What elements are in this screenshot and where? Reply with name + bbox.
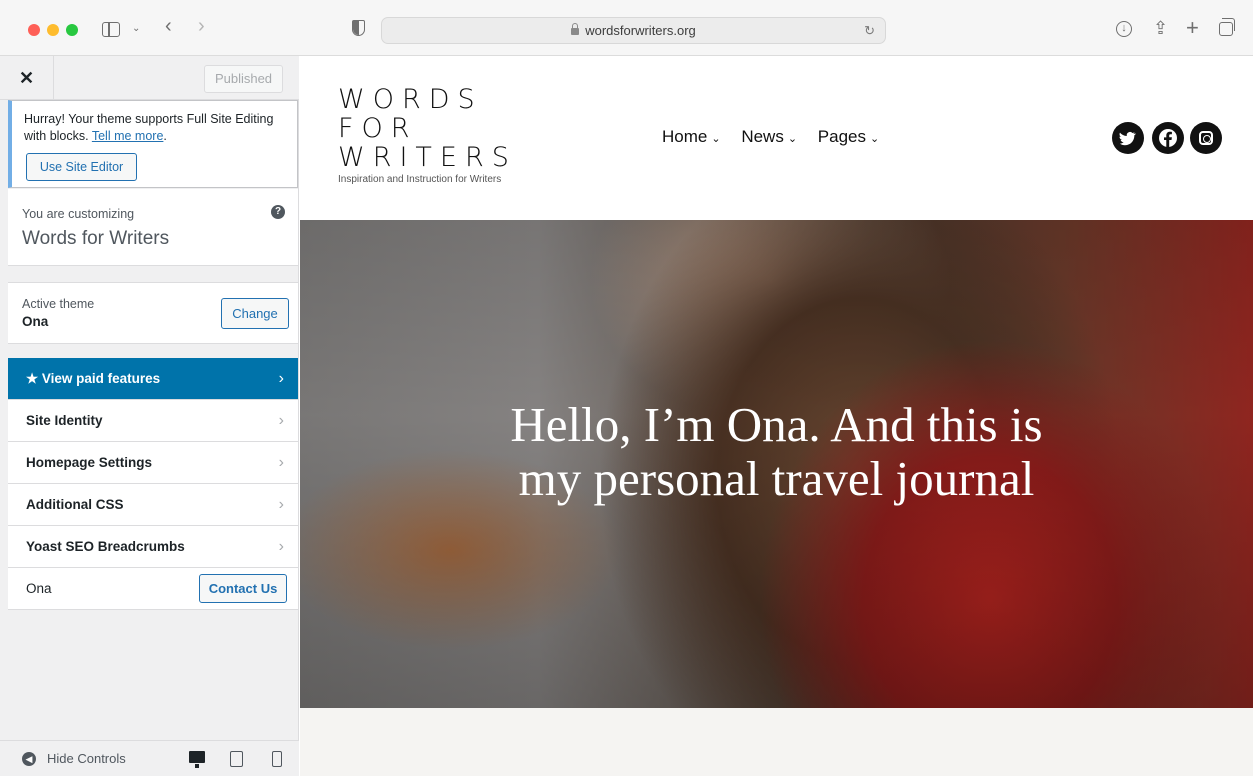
url-text: wordsforwriters.org	[585, 23, 696, 38]
chevron-right-icon: ›	[278, 454, 284, 471]
customizer-footer: ◀ Hide Controls	[0, 740, 299, 776]
close-window-button[interactable]	[28, 24, 40, 36]
tablet-preview-icon[interactable]	[230, 751, 243, 767]
customizing-site-name: Words for Writers	[22, 228, 170, 249]
lock-icon	[571, 23, 580, 35]
download-icon[interactable]: ↓	[1116, 21, 1132, 37]
chevron-right-icon: ›	[278, 538, 284, 555]
hide-controls-icon[interactable]: ◀	[22, 752, 36, 766]
chevron-down-icon: ⌄	[711, 133, 721, 145]
contact-row-label: Ona	[26, 581, 52, 596]
chevron-right-icon: ›	[278, 370, 284, 387]
hide-controls-button[interactable]: Hide Controls	[47, 751, 126, 766]
desktop-preview-icon[interactable]	[189, 751, 205, 768]
twitter-icon[interactable]	[1112, 122, 1144, 154]
hero-heading: Hello, I’m Ona. And this is my personal …	[300, 398, 1253, 506]
nav-label: News	[741, 127, 784, 146]
new-tab-icon[interactable]: +	[1186, 15, 1199, 41]
site-logo-line-2[interactable]: FOR	[338, 114, 418, 143]
nav-item-news[interactable]: News ⌄	[741, 127, 797, 147]
site-logo-line-3[interactable]: WRITERS	[338, 143, 517, 172]
chevron-down-icon[interactable]: ⌄	[132, 21, 140, 37]
share-icon[interactable]: ⇪	[1153, 18, 1168, 39]
menu-item-label: Homepage Settings	[26, 455, 153, 470]
browser-toolbar: ⌄ ‹ › wordsforwriters.org ↻ ↓ ⇪ +	[0, 0, 1253, 56]
change-theme-button[interactable]: Change	[221, 298, 289, 329]
reload-icon[interactable]: ↻	[864, 23, 875, 39]
customizer-menu: ★ View paid features › Site Identity › H…	[8, 358, 298, 610]
mobile-preview-icon[interactable]	[272, 751, 282, 767]
nav-label: Home	[662, 127, 708, 146]
facebook-icon[interactable]	[1152, 122, 1184, 154]
chevron-right-icon: ›	[278, 412, 284, 429]
contact-us-button[interactable]: Contact Us	[199, 574, 287, 603]
privacy-shield-icon[interactable]	[352, 20, 365, 36]
hero-heading-line-2: my personal travel journal	[518, 451, 1035, 506]
menu-item-yoast-breadcrumbs[interactable]: Yoast SEO Breadcrumbs ›	[8, 526, 298, 568]
customizer-panel: ✕ Published Hurray! Your theme supports …	[0, 56, 299, 776]
site-logo-line-1[interactable]: WORDS	[338, 85, 483, 114]
customizing-label: You are customizing	[22, 207, 135, 221]
menu-item-additional-css[interactable]: Additional CSS ›	[8, 484, 298, 526]
hero-heading-line-1: Hello, I’m Ona. And this is	[510, 397, 1043, 452]
forward-button[interactable]: ›	[198, 16, 205, 36]
active-theme-name: Ona	[22, 314, 49, 329]
instagram-icon[interactable]	[1190, 122, 1222, 154]
content-area	[300, 708, 1253, 776]
customizing-info: You are customizing ? Words for Writers	[8, 189, 298, 266]
nav-item-home[interactable]: Home ⌄	[662, 127, 721, 147]
notice-text: Hurray! Your theme supports Full Site Ed…	[24, 112, 274, 143]
customizer-header: ✕ Published	[0, 56, 299, 100]
menu-item-homepage-settings[interactable]: Homepage Settings ›	[8, 442, 298, 484]
nav-label: Pages	[817, 127, 866, 146]
tab-overview-icon[interactable]	[1219, 18, 1235, 36]
help-icon[interactable]: ?	[271, 205, 285, 219]
menu-item-site-identity[interactable]: Site Identity ›	[8, 400, 298, 442]
site-tagline: Inspiration and Instruction for Writers	[338, 174, 502, 185]
back-button[interactable]: ‹	[165, 16, 172, 36]
active-theme-label: Active theme	[22, 297, 95, 311]
menu-item-label: Yoast SEO Breadcrumbs	[26, 539, 185, 554]
chevron-right-icon: ›	[278, 496, 284, 513]
tell-me-more-link[interactable]: Tell me more	[92, 129, 164, 143]
minimize-window-button[interactable]	[47, 24, 59, 36]
menu-item-label: Additional CSS	[26, 497, 124, 512]
chevron-down-icon: ⌄	[869, 133, 880, 145]
active-theme-section: Active theme Ona Change	[8, 282, 298, 344]
site-preview: WORDS FOR WRITERS Inspiration and Instru…	[300, 56, 1253, 776]
sidebar-toggle-icon[interactable]	[102, 22, 120, 37]
contact-row: Ona Contact Us	[8, 568, 298, 610]
hero-banner: Hello, I’m Ona. And this is my personal …	[300, 220, 1253, 708]
menu-item-label: ★ View paid features	[26, 371, 161, 386]
zoom-window-button[interactable]	[66, 24, 78, 36]
nav-item-pages[interactable]: Pages ⌄	[818, 127, 879, 147]
address-bar[interactable]: wordsforwriters.org ↻	[381, 17, 886, 44]
published-button[interactable]: Published	[204, 65, 283, 93]
site-nav: Home ⌄ News ⌄ Pages ⌄	[662, 127, 895, 147]
chevron-down-icon: ⌄	[787, 133, 798, 145]
fse-notice: Hurray! Your theme supports Full Site Ed…	[8, 100, 298, 188]
close-customizer-button[interactable]: ✕	[0, 56, 54, 100]
menu-item-view-paid-features[interactable]: ★ View paid features ›	[8, 358, 298, 400]
use-site-editor-button[interactable]: Use Site Editor	[26, 153, 137, 181]
menu-item-label: Site Identity	[26, 413, 103, 428]
